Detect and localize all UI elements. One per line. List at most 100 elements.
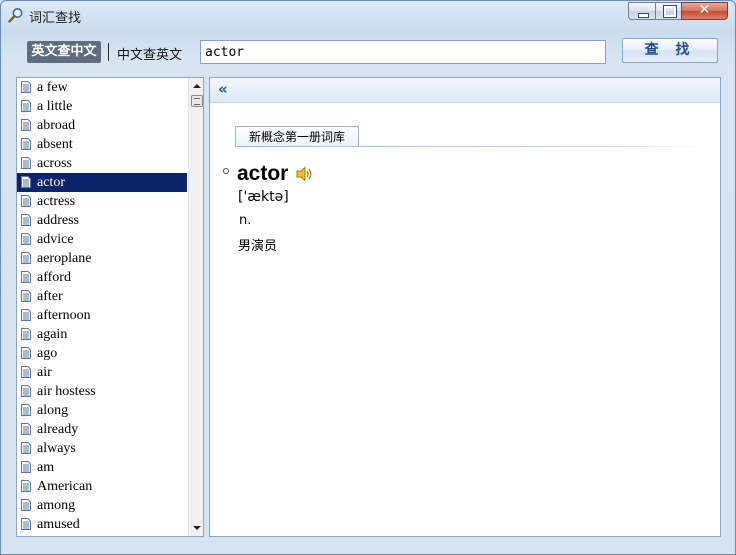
- window-title: 词汇查找: [29, 11, 82, 26]
- document-icon: [21, 157, 31, 169]
- list-item[interactable]: address: [17, 211, 187, 230]
- list-item[interactable]: am: [17, 458, 187, 477]
- list-item-label: already: [37, 422, 79, 437]
- list-item[interactable]: among: [17, 496, 187, 515]
- document-icon: [21, 290, 31, 302]
- document-icon: [21, 366, 31, 378]
- document-icon: [21, 442, 31, 454]
- minimize-button[interactable]: [628, 2, 656, 20]
- document-icon: [21, 385, 31, 397]
- speaker-icon[interactable]: [295, 166, 313, 182]
- tab-book-dictionary[interactable]: 新概念第一册词库: [235, 126, 359, 146]
- list-item-label: across: [37, 156, 72, 171]
- part-of-speech: n.: [239, 213, 252, 228]
- list-item[interactable]: a little: [17, 97, 187, 116]
- list-item-label: among: [37, 498, 76, 513]
- mode-en-to-cn-button[interactable]: 英文查中文: [27, 41, 101, 63]
- list-item-label: amused: [37, 517, 80, 532]
- meaning: 男演员: [238, 239, 278, 254]
- phonetic: ['æktə]: [238, 189, 289, 205]
- title-bar: 词汇查找 ✕: [1, 1, 735, 29]
- close-icon: ✕: [698, 2, 711, 18]
- list-item[interactable]: always: [17, 439, 187, 458]
- dictionary-window: 词汇查找 ✕ 英文查中文 中文查英文 查 找 a few a little abro…: [0, 0, 736, 555]
- list-item[interactable]: across: [17, 154, 187, 173]
- document-icon: [21, 252, 31, 264]
- list-item-label: always: [37, 441, 76, 456]
- document-icon: [21, 347, 31, 359]
- list-item[interactable]: amused: [17, 515, 187, 534]
- list-item[interactable]: along: [17, 401, 187, 420]
- list-item[interactable]: afternoon: [17, 306, 187, 325]
- list-item-label: afternoon: [37, 308, 91, 323]
- definition-toolbar: «: [210, 78, 720, 103]
- list-item-label: aeroplane: [37, 251, 92, 266]
- document-icon: [21, 119, 31, 131]
- list-item-label: along: [37, 403, 69, 418]
- scroll-thumb[interactable]: [191, 95, 203, 107]
- list-item-label: after: [37, 289, 63, 304]
- list-item[interactable]: ago: [17, 344, 187, 363]
- list-item[interactable]: actor: [17, 173, 187, 192]
- document-icon: [21, 233, 31, 245]
- scroll-down-arrow[interactable]: [193, 526, 201, 530]
- list-item-label: actor: [37, 175, 65, 190]
- list-item[interactable]: a few: [17, 78, 187, 97]
- list-item-label: address: [37, 213, 79, 228]
- entry-bullet: [223, 168, 229, 174]
- mode-cn-to-en-button[interactable]: 中文查英文: [117, 44, 182, 63]
- list-item[interactable]: air: [17, 363, 187, 382]
- document-icon: [21, 461, 31, 473]
- document-icon: [21, 518, 31, 530]
- list-item-label: air: [37, 365, 52, 380]
- list-item-label: again: [37, 327, 68, 342]
- search-input[interactable]: [201, 41, 605, 63]
- document-icon: [21, 423, 31, 435]
- headword: actor: [237, 162, 289, 185]
- list-item-label: afford: [37, 270, 71, 285]
- document-icon: [21, 214, 31, 226]
- document-icon: [21, 271, 31, 283]
- document-icon: [21, 138, 31, 150]
- list-item[interactable]: already: [17, 420, 187, 439]
- list-item[interactable]: absent: [17, 135, 187, 154]
- tab-underline: [235, 146, 701, 147]
- list-item[interactable]: actress: [17, 192, 187, 211]
- list-item-label: air hostess: [37, 384, 96, 399]
- document-icon: [21, 81, 31, 93]
- list-item[interactable]: again: [17, 325, 187, 344]
- definition-panel: « 新概念第一册词库 actor ['æktə] n. 男演员: [209, 77, 721, 537]
- list-item[interactable]: aeroplane: [17, 249, 187, 268]
- document-icon: [21, 404, 31, 416]
- list-item-label: a few: [37, 80, 68, 95]
- list-item-label: absent: [37, 137, 73, 152]
- search-field[interactable]: [200, 40, 606, 64]
- document-icon: [21, 100, 31, 112]
- document-icon: [21, 195, 31, 207]
- magnifier-icon: [8, 8, 23, 23]
- list-item[interactable]: American: [17, 477, 187, 496]
- list-item-label: actress: [37, 194, 76, 209]
- document-icon: [21, 309, 31, 321]
- close-button[interactable]: ✕: [681, 2, 728, 20]
- list-item-label: am: [37, 460, 55, 475]
- list-item[interactable]: advice: [17, 230, 187, 249]
- list-item-label: ago: [37, 346, 58, 361]
- search-button[interactable]: 查 找: [622, 38, 718, 63]
- mode-divider: [108, 43, 109, 61]
- document-icon: [21, 328, 31, 340]
- list-item-label: abroad: [37, 118, 76, 133]
- scroll-up-arrow[interactable]: [193, 84, 201, 88]
- list-item[interactable]: abroad: [17, 116, 187, 135]
- collapse-button[interactable]: «: [218, 80, 228, 98]
- list-item[interactable]: afford: [17, 268, 187, 287]
- list-item-label: advice: [37, 232, 74, 247]
- word-list-scrollbar[interactable]: [188, 78, 203, 536]
- list-item[interactable]: after: [17, 287, 187, 306]
- word-list-panel: a few a little abroad absent across actor actr…: [16, 77, 204, 537]
- maximize-button[interactable]: [655, 2, 682, 20]
- word-list: a few a little abroad absent across actor actr…: [17, 78, 187, 534]
- document-icon: [21, 480, 31, 492]
- list-item[interactable]: air hostess: [17, 382, 187, 401]
- list-item-label: American: [37, 479, 93, 494]
